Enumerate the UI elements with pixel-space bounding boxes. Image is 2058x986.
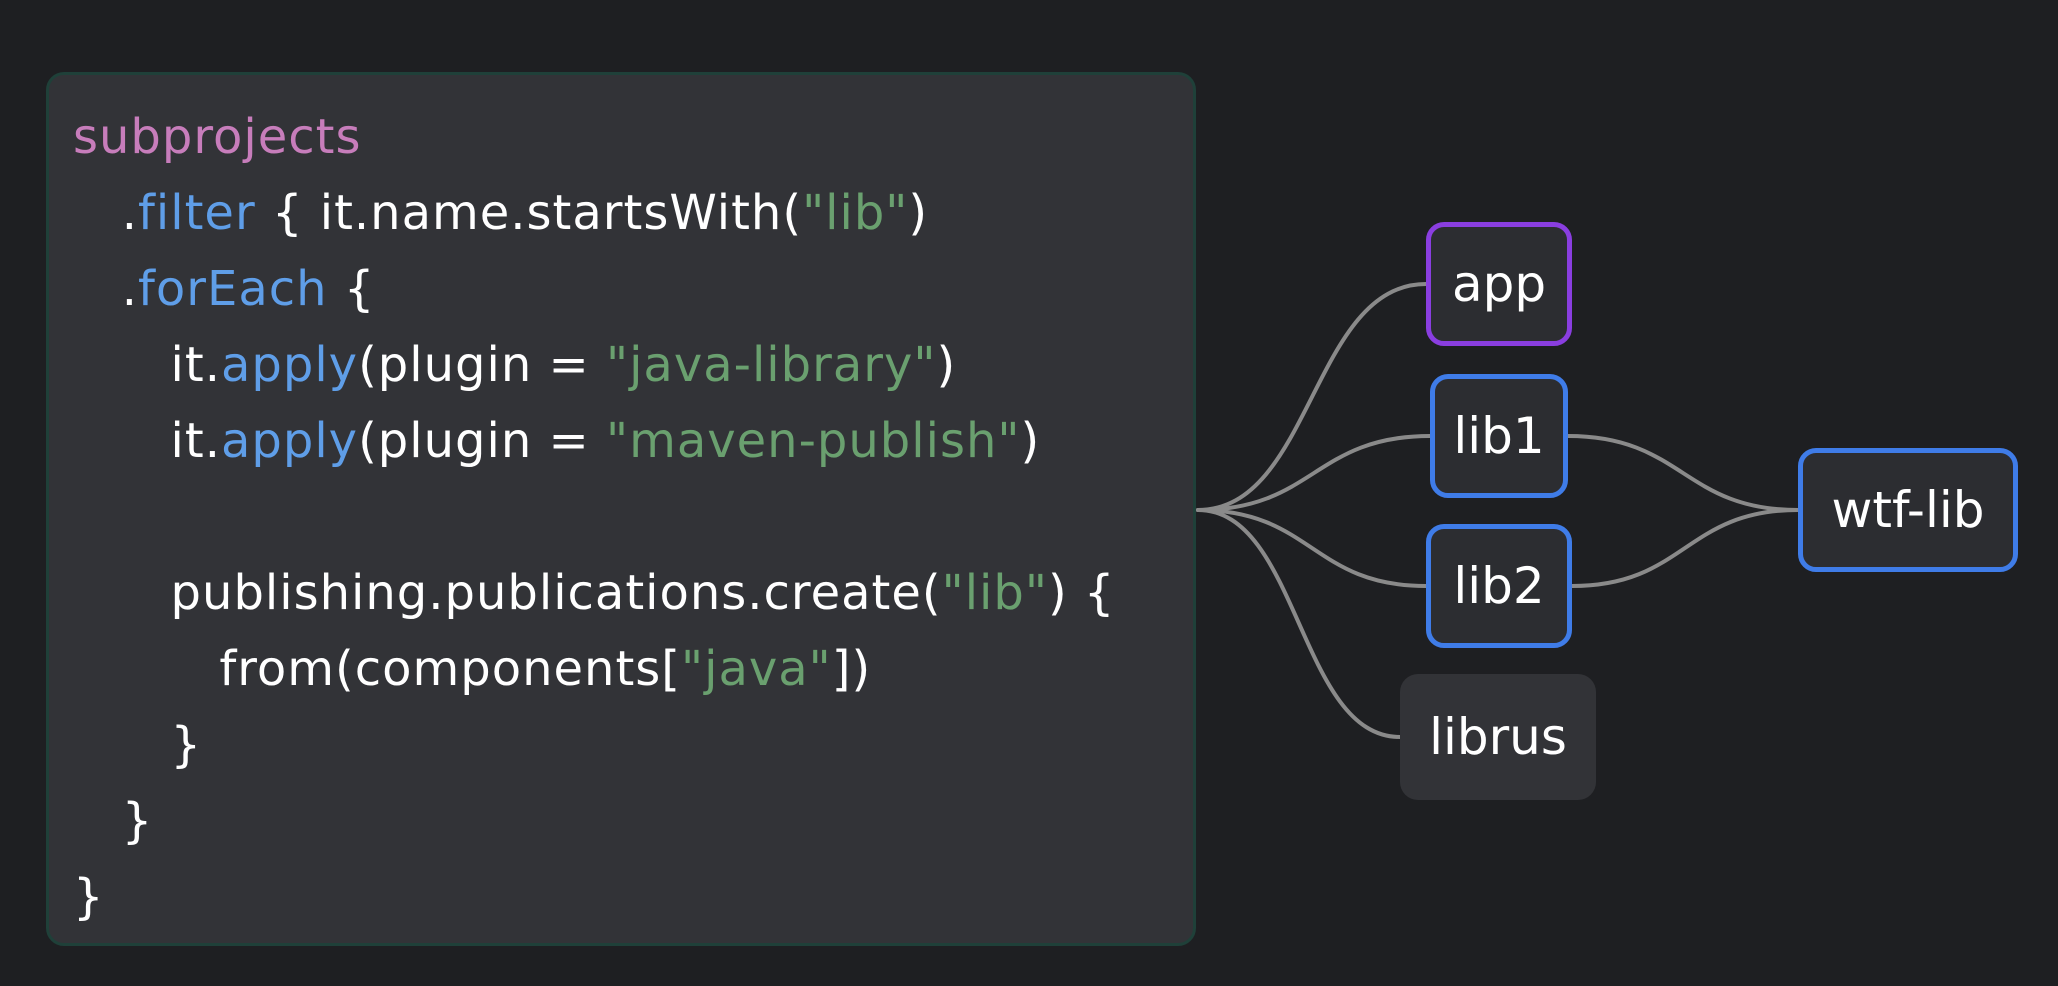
edge-panel-to-librus: [1196, 508, 1402, 739]
node-lib2-label: lib2: [1453, 557, 1545, 615]
node-lib2: lib2: [1426, 524, 1572, 648]
code-token: "lib": [941, 565, 1048, 621]
code-token: .: [73, 261, 139, 317]
code-line: .forEach {: [73, 251, 375, 327]
code-line: publishing.publications.create("lib") {: [73, 555, 1115, 631]
code-line: }: [73, 783, 153, 859]
node-lib1: lib1: [1430, 374, 1568, 498]
code-token: {: [327, 261, 376, 317]
code-token: from(components[: [73, 641, 682, 697]
code-token: }: [73, 717, 203, 773]
node-librus: librus: [1400, 674, 1596, 800]
edge-lib2-to-wtf-lib: [1570, 508, 1800, 588]
code-panel: subprojects .filter { it.name.startsWith…: [46, 72, 1196, 946]
code-line: it.apply(plugin = "maven-publish"): [73, 403, 1040, 479]
code-token: .: [73, 185, 139, 241]
code-line: .filter { it.name.startsWith("lib"): [73, 175, 928, 251]
node-app: app: [1426, 222, 1572, 346]
code-token: (plugin =: [358, 337, 606, 393]
node-app-label: app: [1451, 255, 1547, 313]
code-token: "lib": [802, 185, 909, 241]
diagram-canvas: subprojects .filter { it.name.startsWith…: [0, 0, 2058, 986]
code-token: subprojects: [73, 109, 362, 165]
code-token: it.: [73, 337, 221, 393]
code-token: ): [936, 337, 957, 393]
code-line: it.apply(plugin = "java-library"): [73, 327, 956, 403]
code-line: subprojects: [73, 99, 362, 175]
code-token: ): [908, 185, 929, 241]
code-token: { it.name.startsWith(: [255, 185, 803, 241]
node-wtf-lib-label: wtf-lib: [1831, 481, 1985, 539]
node-wtf-lib: wtf-lib: [1798, 448, 2018, 572]
edge-lib1-to-wtf-lib: [1566, 434, 1800, 512]
code-token: apply: [220, 337, 359, 393]
code-token: "java-library": [605, 337, 937, 393]
node-librus-label: librus: [1429, 708, 1567, 766]
code-token: forEach: [138, 261, 328, 317]
node-lib1-label: lib1: [1453, 407, 1545, 465]
code-token: (plugin =: [358, 413, 606, 469]
code-token: "maven-publish": [605, 413, 1021, 469]
code-token: }: [73, 869, 105, 925]
code-token: ) {: [1047, 565, 1116, 621]
edge-panel-to-lib1: [1196, 434, 1432, 512]
code-line: }: [73, 707, 202, 783]
code-line: from(components["java"]): [73, 631, 871, 707]
code-token: }: [73, 793, 154, 849]
code-token: ): [1020, 413, 1041, 469]
code-line: }: [73, 859, 105, 935]
code-token: ]): [831, 641, 872, 697]
code-token: "java": [681, 641, 832, 697]
code-token: publishing.publications.create(: [73, 565, 942, 621]
code-token: apply: [220, 413, 359, 469]
code-token: filter: [138, 185, 256, 241]
code-token: it.: [73, 413, 221, 469]
